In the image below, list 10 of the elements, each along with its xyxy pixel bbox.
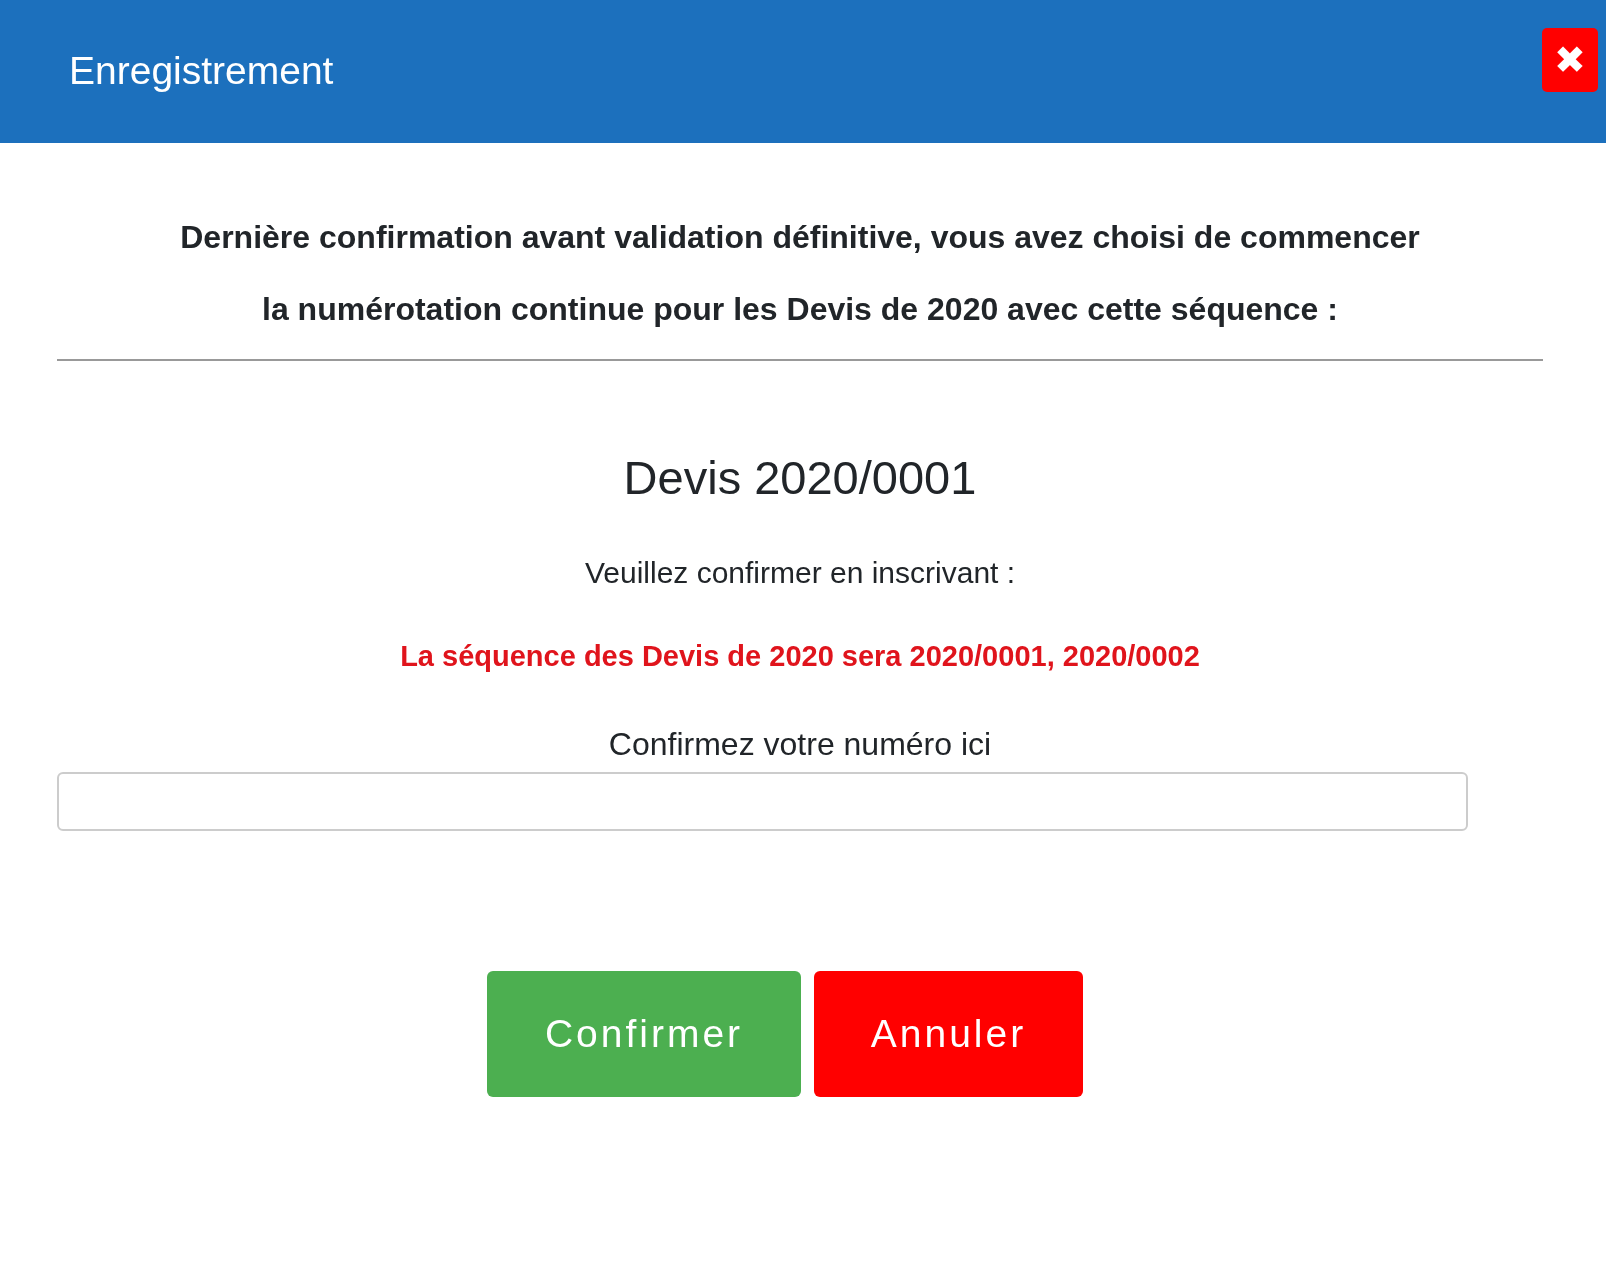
warning-text: La séquence des Devis de 2020 sera 2020/0001, 2020/0002 (399, 638, 1201, 674)
confirmation-message: Dernière confirmation avant validation définitive, vous avez choisi de commencer la numérotation continue pour les Devis de 2020 avec cette séquence : (179, 218, 1421, 329)
sequence-title: Devis 2020/0001 (622, 450, 978, 506)
cancel-button[interactable]: Annuler (814, 971, 1083, 1097)
close-button[interactable]: ✖ (1542, 28, 1598, 92)
field-label: Confirmez votre numéro ici (607, 725, 993, 764)
instruction-text: Veuillez confirmer en inscrivant : (583, 554, 1017, 591)
confirm-button[interactable]: Confirmer (487, 971, 801, 1097)
number-input-field[interactable] (57, 772, 1468, 831)
dialog-title: Enregistrement (69, 48, 334, 95)
